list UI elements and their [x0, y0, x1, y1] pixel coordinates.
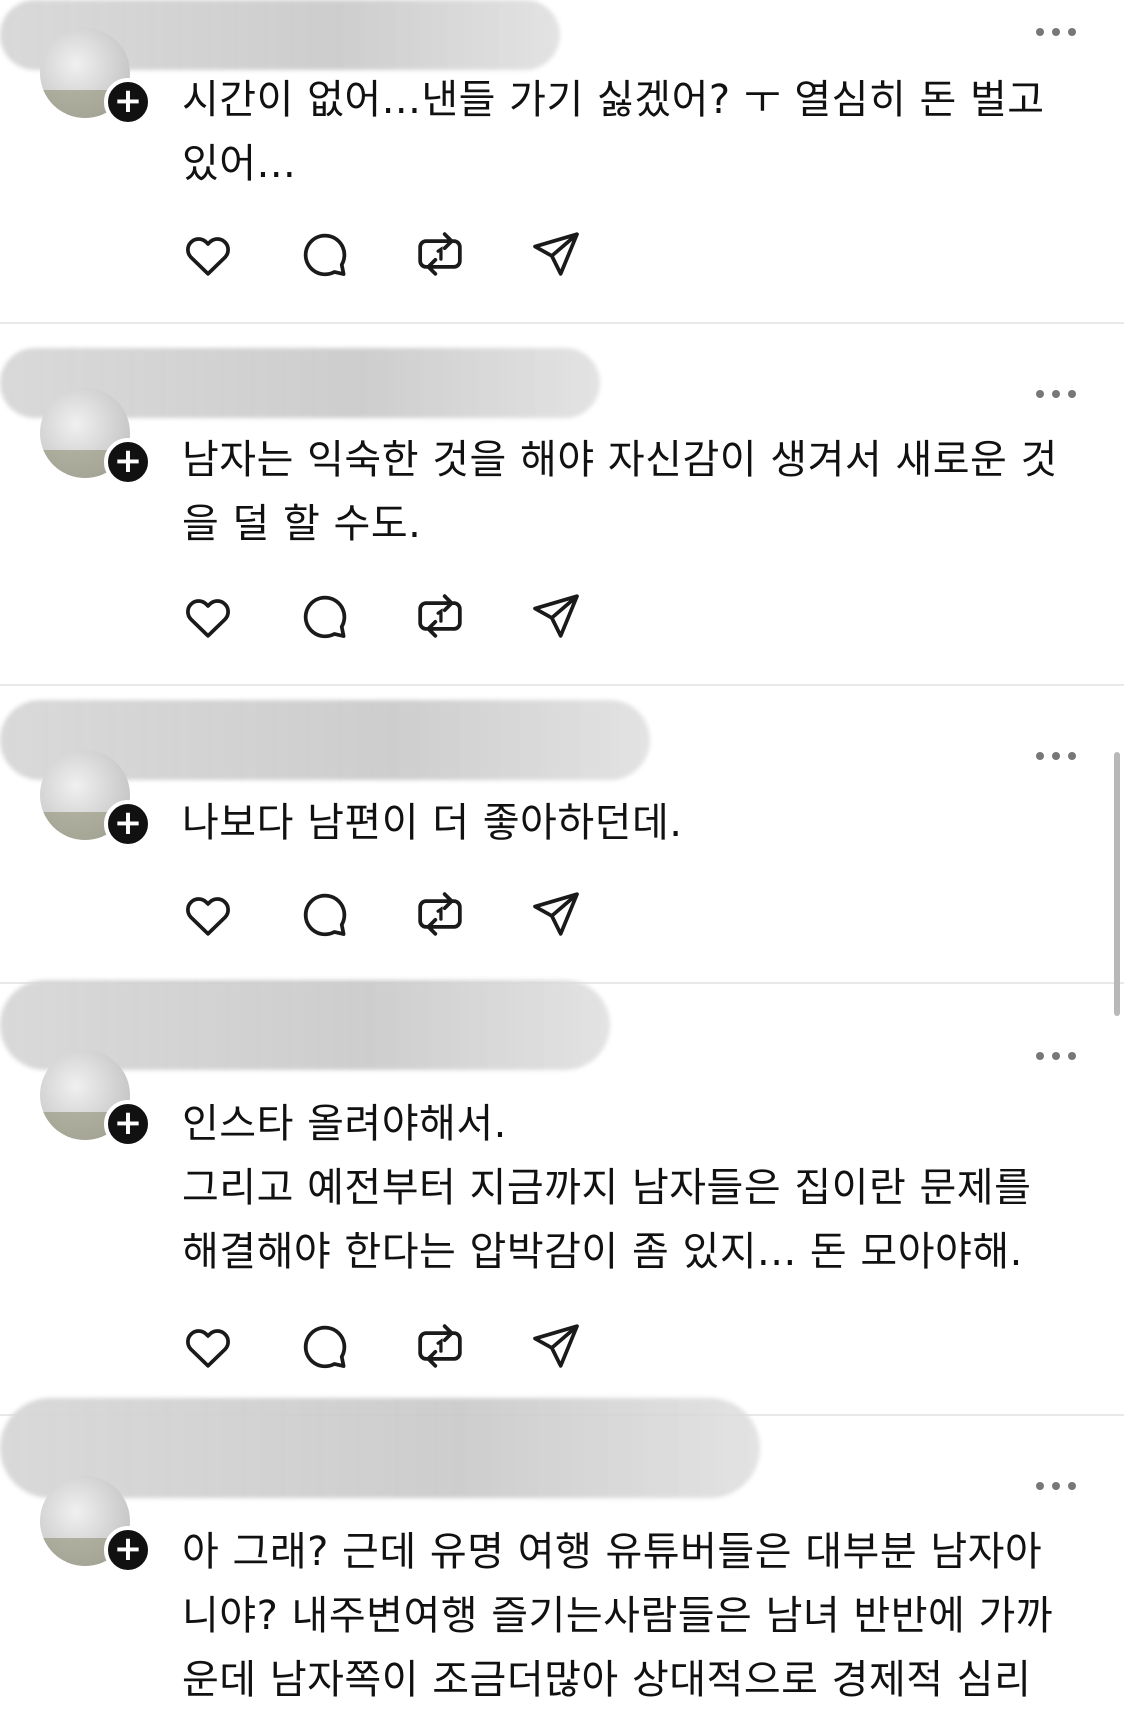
share-button[interactable] [528, 886, 584, 942]
follow-button[interactable]: + [104, 800, 152, 848]
post-actions [180, 226, 640, 282]
scrollbar[interactable] [1114, 752, 1120, 1016]
follow-button[interactable]: + [104, 78, 152, 126]
reply-button[interactable] [296, 588, 352, 644]
post-actions [180, 588, 640, 644]
reply-button[interactable] [296, 1318, 352, 1374]
like-button[interactable] [180, 886, 236, 942]
more-options-button[interactable] [1036, 750, 1076, 762]
more-options-button[interactable] [1036, 388, 1076, 400]
post-text: 아 그래? 근데 유명 여행 유튜버들은 대부분 남자아 니야? 내주변여행 즐… [182, 1529, 1054, 1703]
heart-icon [186, 897, 230, 936]
post-text: 시간이 없어...낸들 가기 싫겠어? ㅜ 열심히 돈 벌고 있어... [182, 77, 1045, 187]
repost-button[interactable] [412, 1318, 468, 1374]
post-divider [0, 684, 1124, 686]
comment-icon [303, 233, 347, 277]
repost-button[interactable] [412, 588, 468, 644]
follow-button[interactable]: + [104, 1100, 152, 1148]
like-button[interactable] [180, 1318, 236, 1374]
heart-icon [186, 237, 230, 276]
send-icon [533, 892, 579, 936]
like-button[interactable] [180, 588, 236, 644]
comment-icon [303, 595, 347, 639]
repost-icon [418, 594, 462, 638]
heart-icon [186, 599, 230, 638]
send-icon [533, 594, 579, 638]
send-icon [533, 232, 579, 276]
repost-button[interactable] [412, 886, 468, 942]
post-text: 인스타 올려야해서. 그리고 예전부터 지금까지 남자들은 집이란 문제를 해결… [182, 1101, 1032, 1275]
share-button[interactable] [528, 1318, 584, 1374]
redacted-username [0, 1398, 760, 1498]
like-button[interactable] [180, 226, 236, 282]
repost-icon [418, 892, 462, 936]
comment-icon [303, 893, 347, 937]
share-button[interactable] [528, 588, 584, 644]
more-options-button[interactable] [1036, 1050, 1076, 1062]
post-actions [180, 1318, 640, 1374]
repost-icon [418, 232, 462, 276]
reply-button[interactable] [296, 886, 352, 942]
heart-icon [186, 1329, 230, 1368]
comment-icon [303, 1325, 347, 1369]
follow-button[interactable]: + [104, 438, 152, 486]
post-divider [0, 322, 1124, 324]
repost-button[interactable] [412, 226, 468, 282]
repost-icon [418, 1324, 462, 1368]
reply-button[interactable] [296, 226, 352, 282]
send-icon [533, 1324, 579, 1368]
share-button[interactable] [528, 226, 584, 282]
follow-button[interactable]: + [104, 1526, 152, 1574]
post-text: 나보다 남편이 더 좋아하던데. [182, 800, 683, 846]
post-text: 남자는 익숙한 것을 해야 자신감이 생겨서 새로운 것 을 덜 할 수도. [182, 437, 1058, 547]
more-options-button[interactable] [1036, 1480, 1076, 1492]
more-options-button[interactable] [1036, 26, 1076, 38]
post-actions [180, 886, 640, 942]
